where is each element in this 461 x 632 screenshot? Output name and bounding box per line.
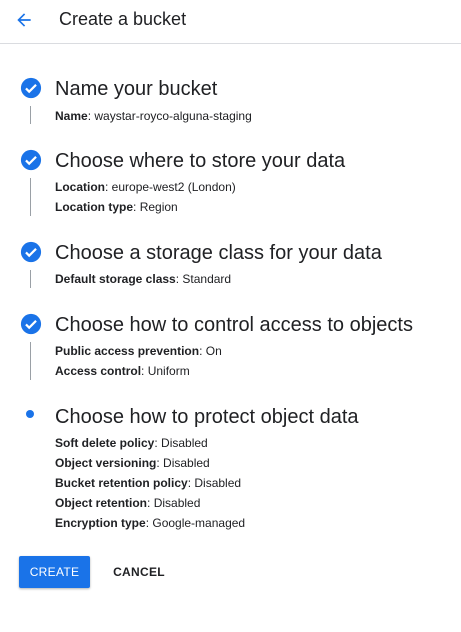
create-button[interactable]: CREATE <box>19 556 90 588</box>
field-object-versioning: Object versioning: Disabled <box>55 456 210 470</box>
field-storage-class: Default storage class: Standard <box>55 272 232 286</box>
step-title: Name your bucket <box>55 78 218 100</box>
check-circle-icon <box>20 149 42 171</box>
field-name: Name: waystar-royco-alguna-staging <box>55 109 252 123</box>
step-title: Choose how to control access to objects <box>55 314 413 336</box>
step-connector <box>30 106 31 124</box>
step-connector <box>30 270 31 288</box>
field-location: Location: europe-west2 (London) <box>55 180 236 194</box>
step-title: Choose where to store your data <box>55 150 346 172</box>
step-connector <box>30 178 31 216</box>
back-button[interactable] <box>12 8 36 32</box>
check-circle-icon <box>20 241 42 263</box>
arrow-back-icon <box>17 13 31 27</box>
field-access-control: Access control: Uniform <box>55 364 190 378</box>
step-connector <box>30 342 31 380</box>
check-circle-icon <box>20 77 42 99</box>
field-public-access-prevention: Public access prevention: On <box>55 344 222 358</box>
field-encryption-type: Encryption type: Google-managed <box>55 516 246 530</box>
field-bucket-retention-policy: Bucket retention policy: Disabled <box>55 476 242 490</box>
page-header: Create a bucket <box>0 0 461 44</box>
field-location-type: Location type: Region <box>55 200 178 214</box>
step-title: Choose how to protect object data <box>55 406 359 428</box>
page-title: Create a bucket <box>59 9 187 29</box>
cancel-button[interactable]: CANCEL <box>108 556 170 588</box>
step-title: Choose a storage class for your data <box>55 242 382 264</box>
field-object-retention: Object retention: Disabled <box>55 496 201 510</box>
field-soft-delete-policy: Soft delete policy: Disabled <box>55 436 208 450</box>
check-circle-icon <box>20 313 42 335</box>
current-step-dot-icon <box>26 410 34 418</box>
